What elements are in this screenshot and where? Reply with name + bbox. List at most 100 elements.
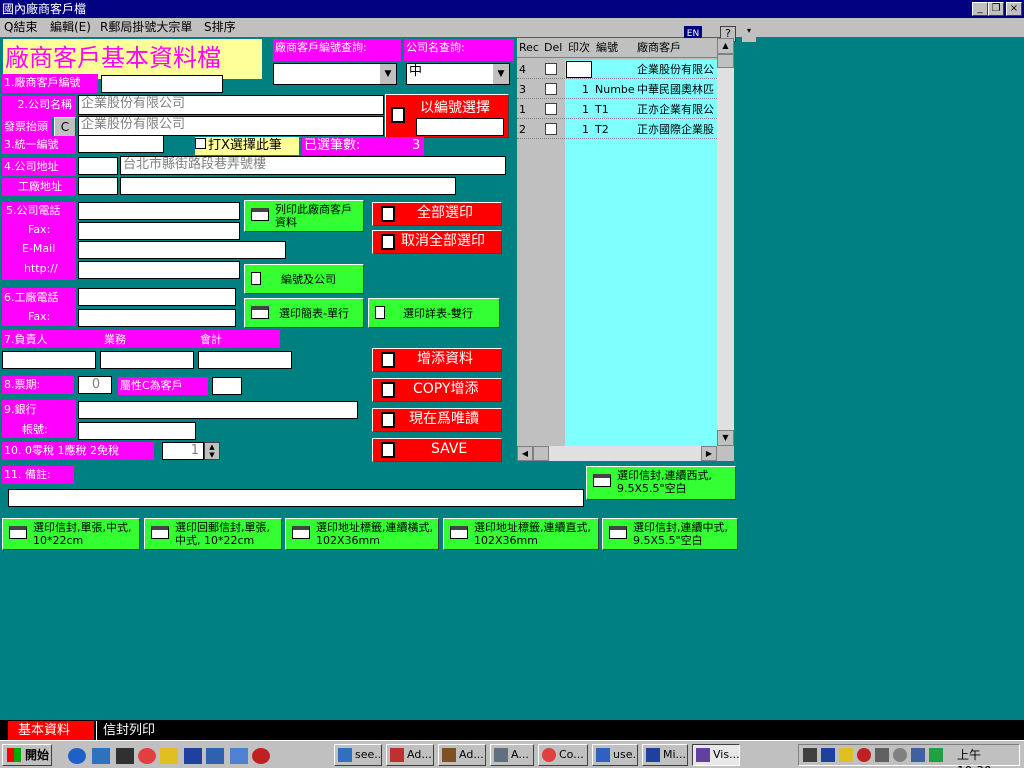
chevron-down-icon[interactable]: ▼ [493, 64, 509, 84]
add-record-button[interactable]: 增添資料 [372, 348, 502, 372]
tax-type-spinner[interactable]: ▲ ▼ [204, 442, 220, 460]
mail-icon[interactable] [206, 748, 224, 764]
media-icon[interactable] [160, 748, 178, 764]
tray-extra-icon[interactable] [929, 748, 943, 762]
payment-term-field[interactable]: 0 [78, 376, 112, 394]
task-button[interactable]: A... [490, 744, 534, 766]
delete-checkbox[interactable] [545, 63, 557, 75]
tab-basic-info[interactable]: 基本資料 [8, 721, 94, 740]
envelope-single-button[interactable]: 選印信封,單張,中式, 10*22cm [2, 518, 140, 550]
print-this-client-button[interactable]: 列印此廠商客戶資料 [244, 200, 364, 232]
minimize-icon[interactable]: _ [972, 2, 988, 16]
accounting-field[interactable] [198, 351, 292, 369]
horizontal-scrollbar[interactable]: ◀ ▶ [517, 446, 717, 461]
select-code-field[interactable] [416, 118, 504, 136]
envelope-western-button[interactable]: 選印信封,連續西式, 9.5X5.5"空白 [586, 466, 736, 500]
code-field[interactable] [101, 75, 223, 93]
company-zip-field[interactable] [78, 157, 118, 175]
factory-address-field[interactable] [120, 177, 456, 195]
label-horizontal-button[interactable]: 選印地址標籤,連續橫式, 102X36mm [285, 518, 439, 550]
table-row[interactable]: 1 1 T1 正亦企業有限公 [517, 100, 717, 119]
task-button[interactable]: see... [334, 744, 382, 766]
tax-id-field[interactable] [78, 135, 164, 153]
antivirus-icon[interactable] [857, 748, 871, 762]
select-all-button[interactable]: 全部選印 [372, 202, 502, 226]
cancel-all-button[interactable]: 取消全部選印 [372, 230, 502, 254]
delete-checkbox[interactable] [545, 83, 557, 95]
task-button-active[interactable]: Vis... [692, 744, 740, 766]
invoice-copy-button[interactable]: C [54, 117, 76, 137]
window-title-bar: 國內廠商客戶檔 _ ❐ × [0, 0, 1024, 18]
monitor-icon[interactable] [911, 748, 925, 762]
record-icon[interactable] [252, 748, 270, 764]
attribute-field[interactable] [212, 377, 242, 395]
factory-zip-field[interactable] [78, 177, 118, 195]
records-grid[interactable]: Rec Del 印次 編號 廠商客戶 4 企業股份有限公 3 1 Numbe 中華民… [517, 38, 734, 461]
network-icon[interactable] [821, 748, 835, 762]
email-field[interactable] [78, 241, 286, 259]
menu-edit[interactable]: 編輯(E) [50, 18, 91, 37]
print-select-checkbox[interactable]: 打X選擇此筆 [195, 137, 299, 155]
tax-type-field[interactable]: 1 [162, 442, 204, 460]
account-field[interactable] [78, 422, 196, 440]
task-button[interactable]: Ad... [438, 744, 486, 766]
play-icon[interactable] [184, 748, 202, 764]
factory-phone-field[interactable] [78, 288, 236, 306]
label-vertical-button[interactable]: 選印地址標籤,連續直式, 102X36mm [443, 518, 599, 550]
ime-options-icon[interactable]: ▾ [742, 26, 756, 42]
copy-add-button[interactable]: COPY增添 [372, 378, 502, 402]
company-address-field[interactable]: 台北市縣街路段巷弄號樓 [120, 156, 506, 175]
menu-quit[interactable]: Q結束 [4, 18, 37, 37]
print-detail-button[interactable]: 選印詳表-雙行 [368, 298, 500, 328]
ie-icon[interactable] [68, 748, 86, 764]
query-code-select[interactable]: ▼ [273, 63, 397, 85]
task-button[interactable]: Co... [538, 744, 588, 766]
task-button[interactable]: Ad... [386, 744, 434, 766]
http-field[interactable] [78, 261, 240, 279]
outlook-icon[interactable] [92, 748, 110, 764]
account-label: 帳號: [22, 423, 48, 436]
selected-count-value: 3 [412, 138, 421, 153]
start-button[interactable]: 開始 [2, 744, 52, 766]
task-button[interactable]: Mi... [642, 744, 688, 766]
menu-registered-mail[interactable]: R郵局掛號大宗單 [100, 18, 192, 37]
task-button[interactable]: use... [592, 744, 638, 766]
system-tray: 上午 10:30 [798, 744, 1020, 768]
code-and-company-button[interactable]: 編號及公司 [244, 264, 364, 294]
fax-field[interactable] [78, 222, 240, 240]
company-phone-field[interactable] [78, 202, 240, 220]
print-count-field[interactable] [566, 61, 592, 78]
table-row[interactable]: 4 企業股份有限公 [517, 60, 717, 79]
tray-tool-icon[interactable] [875, 748, 889, 762]
tab-envelope-print[interactable]: 信封列印 [96, 721, 176, 740]
close-icon[interactable]: × [1006, 2, 1022, 16]
speaker-icon[interactable] [803, 748, 817, 762]
company-name-field[interactable]: 企業股份有限公司 [78, 95, 384, 115]
reply-envelope-button[interactable]: 選印回郵信封,單張, 中式, 10*22cm [144, 518, 282, 550]
chart-icon[interactable] [230, 748, 248, 764]
print-simple-button[interactable]: 選印簡表-單行 [244, 298, 364, 328]
vertical-scrollbar[interactable]: ▲ ▼ [717, 38, 734, 446]
invoice-title-field[interactable]: 企業股份有限公司 [78, 116, 384, 136]
owner-field[interactable] [2, 351, 96, 369]
query-name-select[interactable]: 中 ▼ [406, 63, 510, 85]
delete-checkbox[interactable] [545, 103, 557, 115]
chevron-down-icon[interactable]: ▼ [380, 64, 396, 84]
table-row[interactable]: 2 1 T2 正亦國際企業股 [517, 120, 717, 139]
factory-fax-field[interactable] [78, 309, 236, 327]
bank-field[interactable] [78, 401, 358, 419]
envelope-chinese-button[interactable]: 選印信封,連續中式, 9.5X5.5"空白 [602, 518, 738, 550]
delete-checkbox[interactable] [545, 123, 557, 135]
settings-icon[interactable] [893, 748, 907, 762]
remarks-field[interactable] [8, 489, 584, 507]
clock[interactable]: 上午 10:30 [957, 747, 1019, 768]
desktop-icon[interactable] [116, 748, 134, 764]
table-row[interactable]: 3 1 Numbe 中華民國奧林匹 [517, 80, 717, 99]
readonly-button[interactable]: 現在爲唯讀 [372, 408, 502, 432]
balloon-icon[interactable] [138, 748, 156, 764]
tray-app-icon[interactable] [839, 748, 853, 762]
restore-icon[interactable]: ❐ [988, 2, 1004, 16]
save-button[interactable]: SAVE [372, 438, 502, 462]
menu-sort[interactable]: S排序 [204, 18, 236, 37]
sales-field[interactable] [100, 351, 194, 369]
